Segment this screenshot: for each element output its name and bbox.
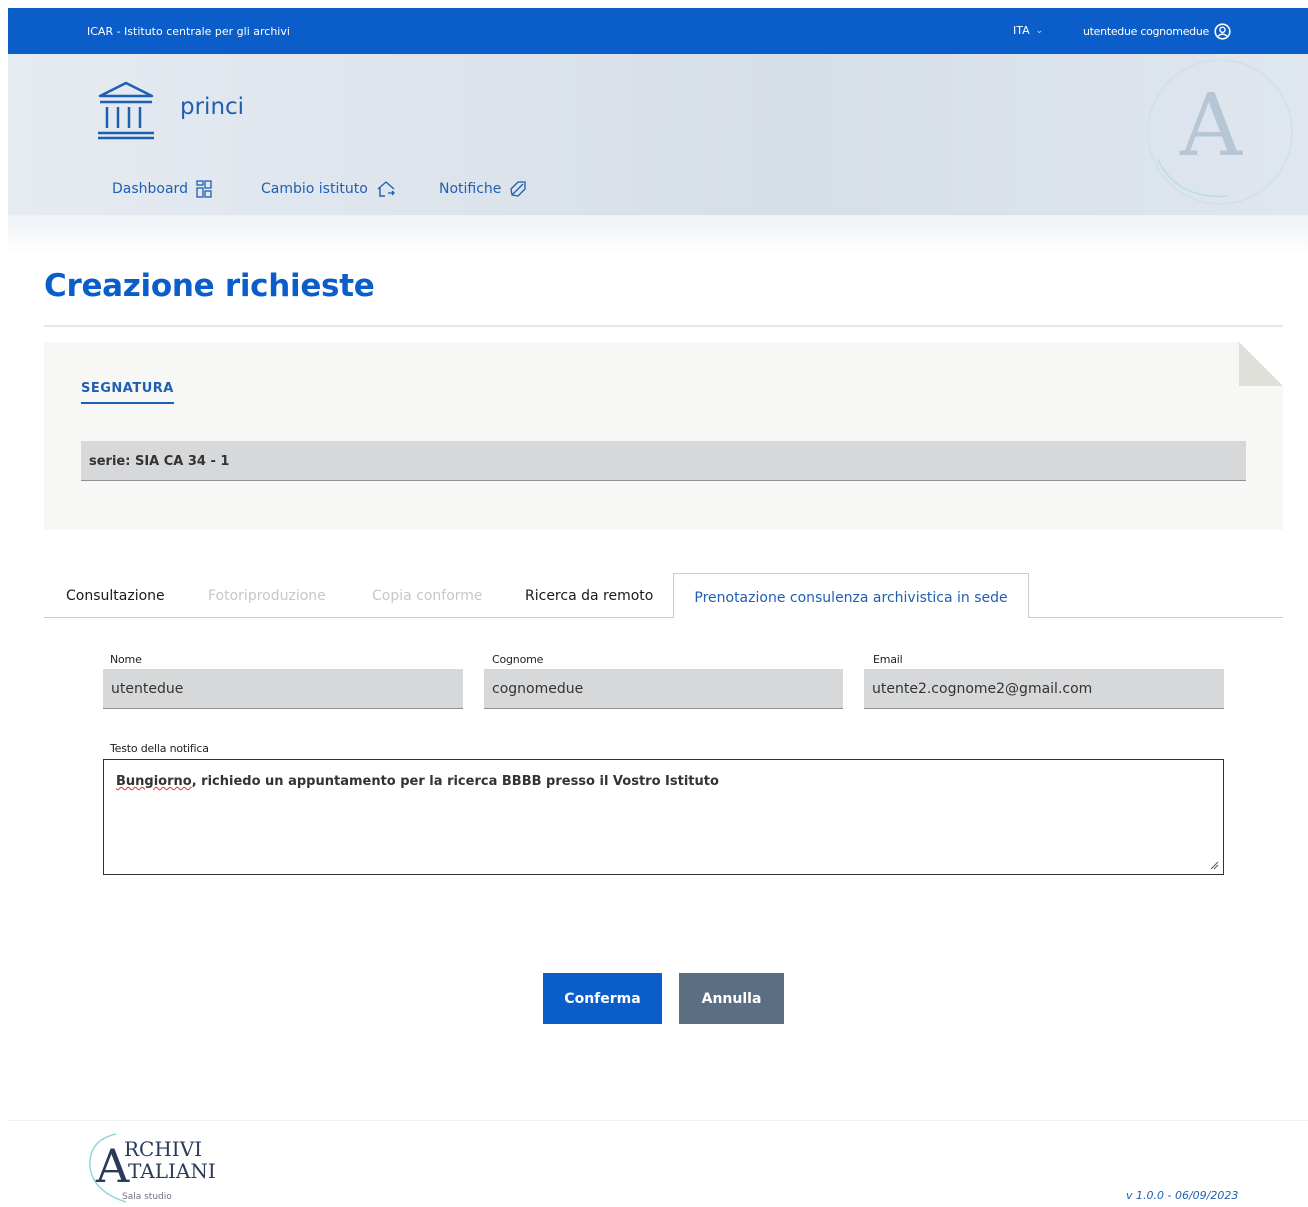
dashboard-grid-icon [196, 180, 212, 198]
resize-handle-icon[interactable] [1209, 860, 1219, 870]
tab-fotoriproduzione: Fotoriproduzione [208, 588, 326, 604]
title-divider [44, 325, 1283, 327]
tab-prenotazione-consulenza[interactable]: Prenotazione consulenza archivistica in … [673, 573, 1029, 618]
user-circle-icon [1214, 23, 1231, 40]
watermark-letter: A [1180, 76, 1243, 176]
email-input[interactable] [864, 669, 1224, 709]
testo-notifica-textarea[interactable]: Bungiorno, richiedo un appuntamento per … [103, 759, 1224, 875]
nav-cambio-istituto-label: Cambio istituto [261, 181, 368, 197]
user-menu[interactable]: utentedue cognomedue [1083, 23, 1231, 40]
nav-dashboard-label: Dashboard [112, 181, 188, 197]
megaphone-icon [510, 181, 527, 197]
org-name[interactable]: ICAR - Istituto centrale per gli archivi [87, 25, 290, 38]
tab-copia-conforme: Copia conforme [372, 588, 483, 604]
user-name: utentedue cognomedue [1083, 25, 1209, 38]
footer-logo-text: RCHIVI TALIANI [124, 1138, 216, 1182]
nav-notifiche-label: Notifiche [439, 181, 502, 197]
cognome-input[interactable] [484, 669, 843, 709]
segnatura-card [44, 342, 1283, 530]
segnatura-value: serie: SIA CA 34 - 1 [81, 441, 1246, 481]
nome-label: Nome [110, 653, 142, 666]
home-switch-icon [377, 181, 395, 197]
email-label: Email [873, 653, 903, 666]
chevron-down-icon: ⌄ [1035, 25, 1044, 36]
testo-notifica-text: , richiedo un appuntamento per la ricerc… [191, 774, 719, 789]
app-version: v 1.0.0 - 06/09/2023 [1126, 1189, 1239, 1202]
tab-consultazione[interactable]: Consultazione [66, 588, 165, 604]
card-fold-icon [1239, 342, 1283, 386]
nome-input[interactable] [103, 669, 463, 709]
misspelled-word: Bungiorno [116, 774, 192, 789]
tabs-divider [44, 617, 1283, 618]
header-shadow [8, 215, 1308, 255]
page-title: Creazione richieste [44, 268, 375, 304]
logo-subtitle: Sala studio [122, 1192, 172, 1202]
logo-line-1: RCHIVI [124, 1137, 203, 1161]
testo-notifica-label: Testo della notifica [110, 742, 209, 755]
cognome-label: Cognome [492, 653, 544, 666]
tab-ricerca-da-remoto[interactable]: Ricerca da remoto [525, 588, 653, 604]
institute-name: princi [180, 94, 245, 120]
language-selector[interactable]: ITA ⌄ [1013, 24, 1043, 37]
footer-divider [8, 1120, 1308, 1121]
annulla-button[interactable]: Annulla [679, 973, 784, 1024]
conferma-button[interactable]: Conferma [543, 973, 662, 1024]
nav-cambio-istituto[interactable]: Cambio istituto [261, 180, 396, 198]
nav-notifiche[interactable]: Notifiche [439, 180, 527, 198]
institution-building-icon [98, 81, 154, 140]
segnatura-label: SEGNATURA [81, 381, 174, 404]
nav-dashboard[interactable]: Dashboard [112, 180, 212, 198]
language-label: ITA [1013, 24, 1030, 37]
logo-line-2: TALIANI [128, 1159, 216, 1183]
